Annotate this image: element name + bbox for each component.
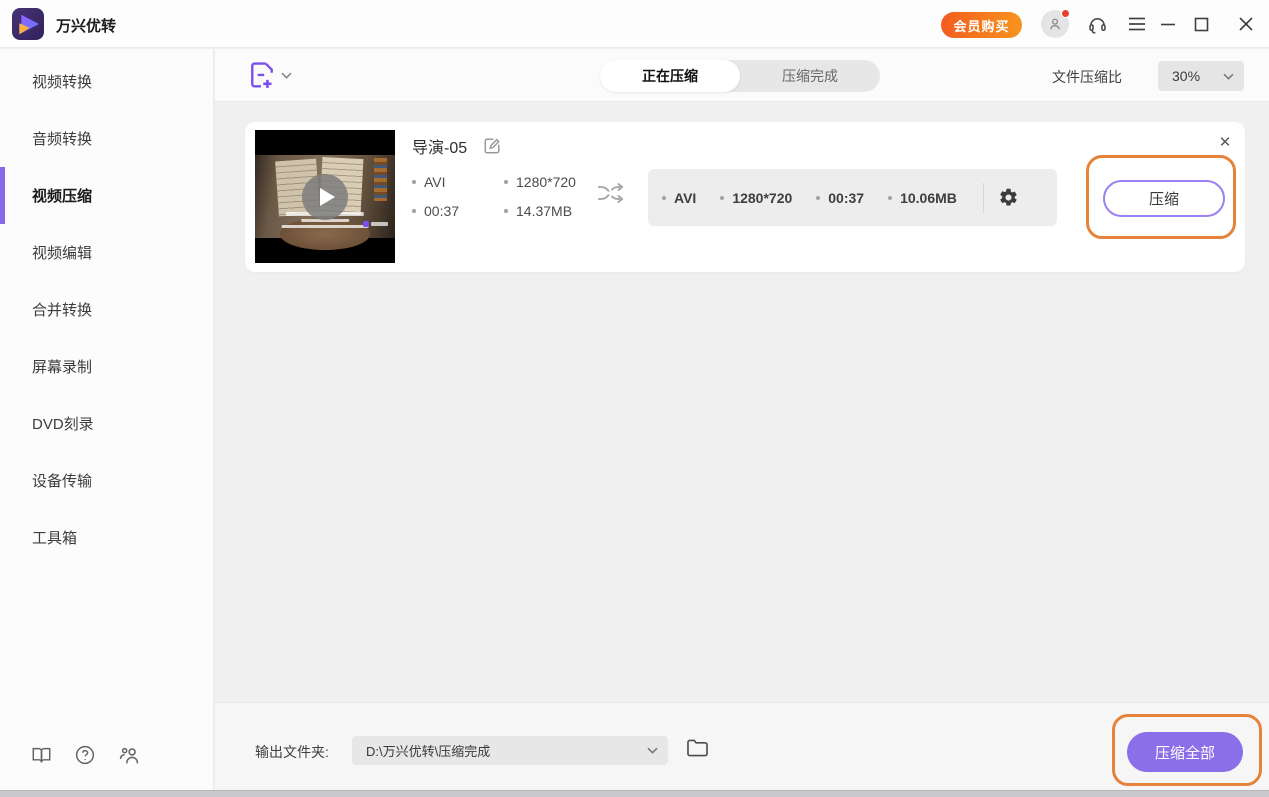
output-size: 10.06MB: [888, 190, 957, 206]
bullet-icon: [504, 180, 508, 184]
bullet-icon: [888, 195, 893, 200]
sidebar-item-label: 合并转换: [32, 302, 93, 319]
compression-ratio-select[interactable]: 30%: [1158, 61, 1244, 91]
compress-status-tabs: 正在压缩 压缩完成: [600, 60, 880, 92]
sidebar-item-video-edit[interactable]: 视频编辑: [0, 224, 213, 281]
open-folder-icon[interactable]: [686, 738, 709, 758]
output-folder-label: 输出文件夹:: [255, 744, 329, 760]
help-icon[interactable]: [74, 744, 96, 766]
rename-icon[interactable]: [483, 137, 501, 155]
sidebar-item-dvd-burn[interactable]: DVD刻录: [0, 395, 213, 452]
bullet-icon: [504, 209, 508, 213]
menu-icon[interactable]: [1125, 12, 1149, 36]
sidebar-item-label: DVD刻录: [32, 416, 94, 433]
sidebar-item-label: 音频转换: [32, 131, 93, 148]
add-file-button[interactable]: [250, 62, 292, 89]
output-resolution: 1280*720: [720, 190, 792, 206]
output-folder-select[interactable]: D:\万兴优转\压缩完成: [352, 736, 668, 765]
chevron-down-icon: [1223, 73, 1234, 80]
bullet-icon: [720, 195, 725, 200]
tab-compressing[interactable]: 正在压缩: [600, 60, 740, 92]
app-window: 万兴优转 会员购买 视频转换 音频转换 视频压缩 视频编辑 合并转换 屏幕录制 …: [0, 0, 1269, 797]
tab-compress-finished[interactable]: 压缩完成: [740, 60, 880, 92]
notification-dot: [1061, 9, 1070, 18]
chevron-down-icon: [647, 747, 658, 754]
play-icon[interactable]: [302, 173, 348, 220]
sidebar-item-label: 工具箱: [32, 530, 78, 547]
bullet-icon: [412, 180, 416, 184]
sidebar-item-audio-convert[interactable]: 音频转换: [0, 110, 213, 167]
compression-ratio-label: 文件压缩比: [1052, 69, 1122, 85]
output-duration: 00:37: [816, 190, 864, 206]
sidebar-item-label: 视频编辑: [32, 245, 93, 262]
maximize-icon[interactable]: [1189, 12, 1213, 36]
guide-book-icon[interactable]: [30, 744, 52, 766]
task-list: 导演-05 AVI 1280*720 00:37 14.37MB AVI 128…: [215, 103, 1269, 701]
footer: 输出文件夹: D:\万兴优转\压缩完成 压缩全部: [215, 702, 1269, 790]
sidebar-item-label: 屏幕录制: [32, 359, 93, 376]
sidebar-item-label: 设备传输: [32, 473, 93, 490]
file-card: 导演-05 AVI 1280*720 00:37 14.37MB AVI 128…: [245, 122, 1245, 272]
settings-gear-icon[interactable]: [998, 187, 1019, 208]
source-info: AVI 1280*720 00:37 14.37MB: [412, 174, 576, 219]
remove-file-icon[interactable]: ✕: [1215, 132, 1235, 152]
sidebar-item-screen-record[interactable]: 屏幕录制: [0, 338, 213, 395]
source-resolution: 1280*720: [504, 174, 576, 190]
sidebar-item-merge-convert[interactable]: 合并转换: [0, 281, 213, 338]
output-format: AVI: [662, 190, 696, 206]
chevron-down-icon: [281, 72, 292, 79]
source-duration: 00:37: [412, 203, 504, 219]
video-thumbnail[interactable]: [255, 130, 395, 263]
sidebar-item-video-compress[interactable]: 视频压缩: [0, 167, 213, 224]
person-icon: [1050, 18, 1060, 30]
app-title: 万兴优转: [56, 18, 117, 35]
sidebar-item-device-transfer[interactable]: 设备传输: [0, 452, 213, 509]
source-format: AVI: [412, 174, 504, 190]
window-bottom-edge: [0, 790, 1269, 797]
community-icon[interactable]: [118, 744, 140, 766]
titlebar: 万兴优转 会员购买: [0, 0, 1269, 48]
toolbar: 正在压缩 压缩完成 文件压缩比 30%: [215, 49, 1269, 102]
sidebar: 视频转换 音频转换 视频压缩 视频编辑 合并转换 屏幕录制 DVD刻录 设备传输…: [0, 49, 214, 790]
bullet-icon: [662, 195, 666, 200]
sidebar-item-label: 视频转换: [32, 74, 93, 91]
divider: [982, 182, 984, 213]
add-file-icon: [251, 62, 273, 88]
source-size: 14.37MB: [504, 203, 576, 219]
close-window-icon[interactable]: [1234, 12, 1258, 36]
user-avatar[interactable]: [1041, 9, 1070, 38]
minimize-icon[interactable]: [1156, 12, 1180, 36]
sidebar-item-toolbox[interactable]: 工具箱: [0, 509, 213, 566]
membership-purchase-button[interactable]: 会员购买: [941, 12, 1022, 38]
convert-arrows-icon: [597, 180, 625, 206]
file-title: 导演-05: [412, 140, 468, 157]
bullet-icon: [816, 195, 821, 200]
output-folder-path: D:\万兴优转\压缩完成: [366, 744, 491, 759]
sidebar-item-video-convert[interactable]: 视频转换: [0, 53, 213, 110]
sidebar-item-label: 视频压缩: [32, 188, 93, 205]
app-logo-icon: [12, 8, 44, 40]
support-headset-icon[interactable]: [1085, 12, 1109, 36]
bullet-icon: [412, 209, 416, 213]
compress-button[interactable]: 压缩: [1103, 180, 1225, 217]
output-settings-box: AVI 1280*720 00:37 10.06MB: [648, 169, 1057, 226]
compress-all-button[interactable]: 压缩全部: [1127, 732, 1243, 772]
compression-ratio-value: 30%: [1172, 68, 1201, 84]
